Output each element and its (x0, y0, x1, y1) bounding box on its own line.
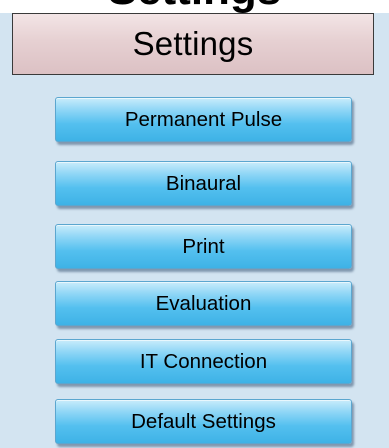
settings-title: Settings (132, 25, 254, 62)
permanent-pulse-label: Permanent Pulse (124, 107, 283, 131)
default-settings-label: Default Settings (131, 409, 276, 433)
print-label: Print (182, 234, 225, 258)
binaural-button[interactable]: Binaural (55, 161, 352, 206)
binaural-label: Binaural (165, 171, 242, 195)
it-connection-button[interactable]: IT Connection (55, 339, 352, 384)
print-button[interactable]: Print (55, 224, 352, 269)
default-settings-button[interactable]: Default Settings (55, 399, 352, 444)
it-connection-label: IT Connection (139, 349, 268, 373)
evaluation-label: Evaluation (155, 291, 252, 315)
evaluation-button[interactable]: Evaluation (55, 281, 352, 326)
settings-header: Settings (12, 13, 374, 75)
cropped-heading-text: Settings (0, 0, 389, 14)
permanent-pulse-button[interactable]: Permanent Pulse (55, 97, 352, 142)
